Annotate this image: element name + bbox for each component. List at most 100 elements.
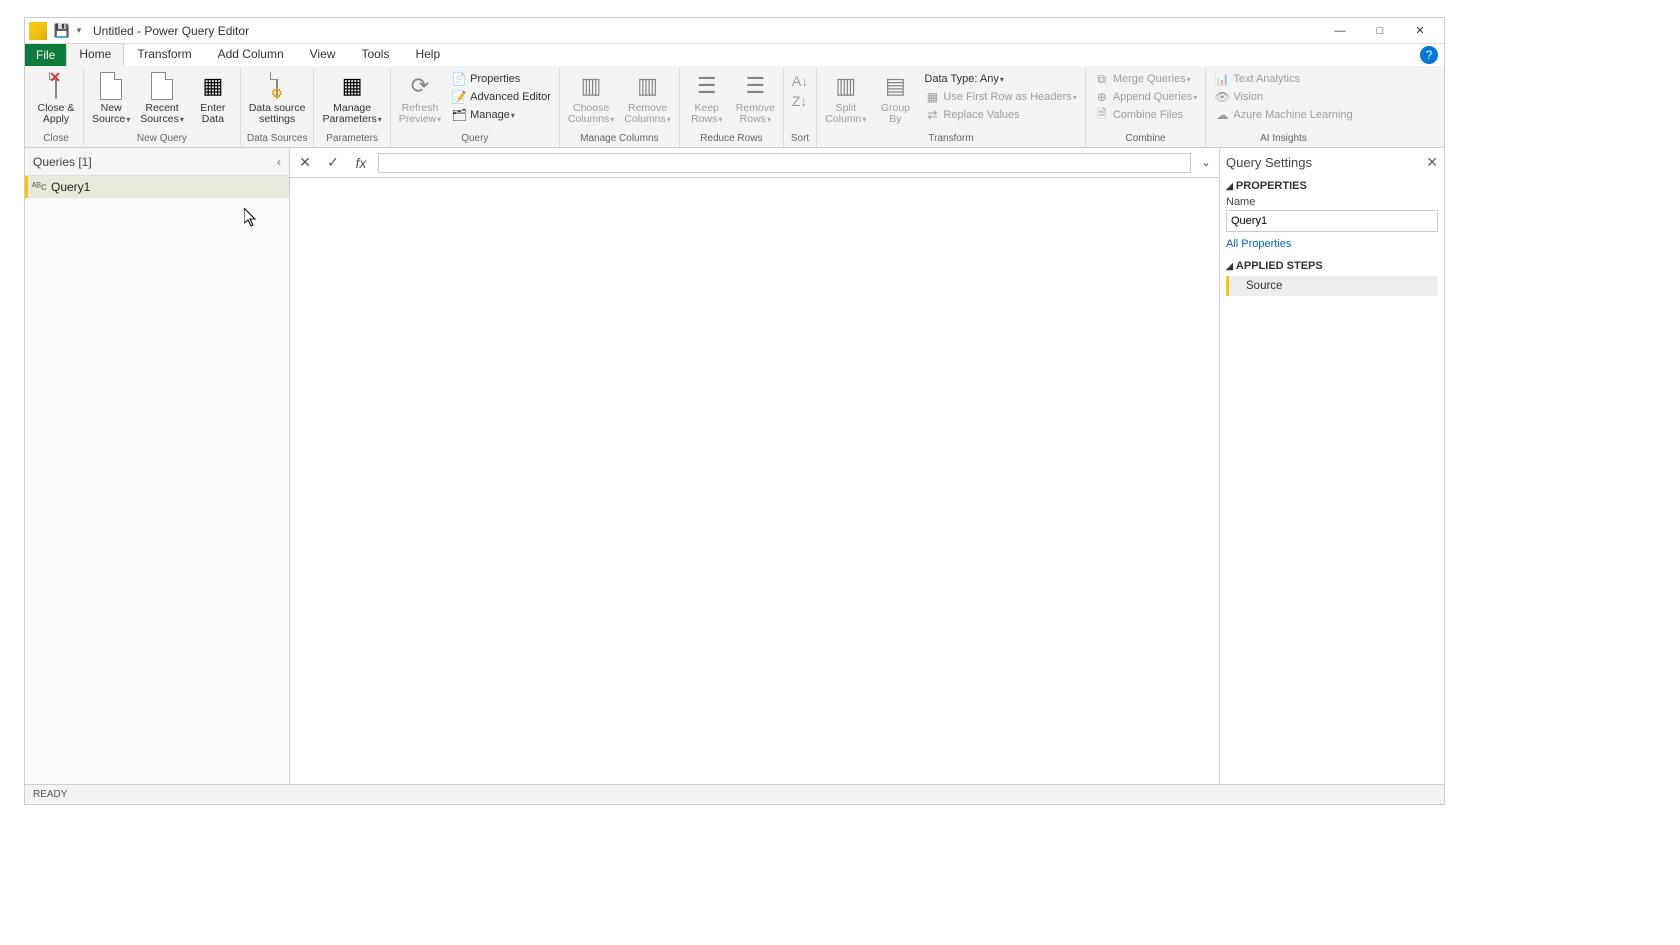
properties-section-header[interactable]: ◢PROPERTIES — [1226, 176, 1438, 194]
applied-steps-header[interactable]: ◢APPLIED STEPS — [1226, 256, 1438, 274]
combine-files-button[interactable]: 🗎Combine Files — [1090, 106, 1202, 124]
vision-button[interactable]: 👁Vision — [1210, 88, 1356, 106]
cancel-formula-button[interactable]: ✕ — [294, 152, 316, 174]
data-source-settings-icon: ⚙ — [261, 70, 293, 102]
tab-transform[interactable]: Transform — [124, 43, 204, 66]
enter-data-button[interactable]: ▦ Enter Data — [190, 68, 236, 127]
merge-queries-button[interactable]: ⧉Merge Queries ▾ — [1090, 70, 1202, 88]
properties-icon: 📄 — [451, 71, 467, 87]
manage-parameters-button[interactable]: ▦ Manage Parameters▾ — [318, 68, 385, 127]
ribbon-group-parameters: ▦ Manage Parameters▾ Parameters — [314, 68, 390, 146]
new-source-icon — [95, 70, 127, 102]
close-apply-icon: ✕ — [40, 70, 72, 102]
center-pane: ✕ ✓ fx ⌄ — [290, 148, 1219, 784]
status-text: READY — [33, 789, 67, 800]
app-icon — [29, 22, 47, 40]
refresh-preview-button[interactable]: ⟳ Refresh Preview▾ — [395, 68, 445, 127]
sort-desc-button[interactable]: Z↓ — [788, 92, 812, 110]
ribbon: ✕ Close & Apply Close New Source▾ Recent… — [25, 66, 1444, 148]
tab-tools[interactable]: Tools — [348, 43, 402, 66]
close-window-button[interactable]: ✕ — [1400, 19, 1440, 43]
remove-columns-button[interactable]: ▥ Remove Columns▾ — [620, 68, 674, 127]
power-query-editor-window: 💾 ▾ Untitled - Power Query Editor — □ ✕ … — [24, 17, 1445, 805]
choose-columns-icon: ▥ — [575, 70, 607, 102]
collapse-icon: ◢ — [1226, 181, 1233, 192]
new-source-button[interactable]: New Source▾ — [88, 68, 134, 127]
formula-input[interactable] — [378, 153, 1191, 173]
all-properties-link[interactable]: All Properties — [1226, 232, 1438, 256]
sort-asc-button[interactable]: A↓ — [788, 72, 812, 90]
formula-bar: ✕ ✓ fx ⌄ — [290, 148, 1219, 178]
manage-query-button[interactable]: 🗂Manage ▾ — [447, 106, 555, 124]
ribbon-group-transform: ▥ Split Column▾ ▤ Group By Data Type: An… — [817, 68, 1086, 146]
query-settings-header: Query Settings ✕ — [1226, 148, 1438, 176]
keep-rows-icon: ☰ — [691, 70, 723, 102]
azure-ml-button[interactable]: ☁Azure Machine Learning — [1210, 106, 1356, 124]
recent-sources-icon — [146, 70, 178, 102]
ribbon-group-combine: ⧉Merge Queries ▾ ⊕Append Queries ▾ 🗎Comb… — [1086, 68, 1207, 146]
maximize-button[interactable]: □ — [1360, 19, 1400, 43]
data-preview-area — [290, 178, 1219, 784]
tab-view[interactable]: View — [297, 43, 349, 66]
qat-dropdown[interactable]: ▾ — [74, 22, 84, 40]
append-queries-button[interactable]: ⊕Append Queries ▾ — [1090, 88, 1202, 106]
manage-icon: 🗂 — [451, 107, 467, 123]
fx-button[interactable]: fx — [350, 152, 372, 174]
group-by-button[interactable]: ▤ Group By — [872, 68, 918, 127]
replace-values-button[interactable]: ⇄Replace Values — [920, 106, 1080, 124]
applied-steps-list: Source — [1226, 276, 1438, 296]
split-column-button[interactable]: ▥ Split Column▾ — [821, 68, 870, 127]
window-title: Untitled - Power Query Editor — [93, 24, 249, 38]
accept-formula-button[interactable]: ✓ — [322, 152, 344, 174]
text-analytics-button[interactable]: 📊Text Analytics — [1210, 70, 1356, 88]
tab-help[interactable]: Help — [402, 43, 453, 66]
formula-expand-button[interactable]: ⌄ — [1197, 156, 1215, 169]
text-analytics-icon: 📊 — [1214, 71, 1230, 87]
append-queries-icon: ⊕ — [1094, 89, 1110, 105]
query-item[interactable]: ᴬᴮc Query1 — [25, 176, 289, 198]
status-bar: READY — [25, 784, 1444, 804]
queries-pane-header: Queries [1] ‹ — [25, 148, 289, 176]
editor-body: Queries [1] ‹ ᴬᴮc Query1 ✕ ✓ fx ⌄ Query … — [25, 148, 1444, 784]
query-name-input[interactable] — [1226, 210, 1438, 232]
data-type-button[interactable]: Data Type: Any ▾ — [920, 70, 1080, 88]
query-settings-pane: Query Settings ✕ ◢PROPERTIES Name All Pr… — [1219, 148, 1444, 784]
replace-values-icon: ⇄ — [924, 107, 940, 123]
recent-sources-button[interactable]: Recent Sources▾ — [136, 68, 188, 127]
combine-files-icon: 🗎 — [1094, 107, 1110, 123]
help-icon[interactable]: ? — [1420, 46, 1438, 64]
ribbon-group-close: ✕ Close & Apply Close — [29, 68, 84, 146]
tab-home[interactable]: Home — [66, 43, 124, 66]
name-label: Name — [1226, 194, 1438, 210]
remove-columns-icon: ▥ — [632, 70, 664, 102]
ribbon-group-query: ⟳ Refresh Preview▾ 📄Properties 📝Advanced… — [391, 68, 560, 146]
ribbon-group-reduce-rows: ☰ Keep Rows▾ ☰ Remove Rows▾ Reduce Rows — [680, 68, 784, 146]
choose-columns-button[interactable]: ▥ Choose Columns▾ — [564, 68, 618, 127]
save-button[interactable]: 💾 — [53, 22, 71, 40]
data-source-settings-button[interactable]: ⚙ Data source settings — [245, 68, 310, 127]
first-row-headers-button[interactable]: ▦Use First Row as Headers ▾ — [920, 88, 1080, 106]
close-apply-button[interactable]: ✕ Close & Apply — [33, 68, 79, 127]
remove-rows-button[interactable]: ☰ Remove Rows▾ — [732, 68, 779, 127]
tab-file[interactable]: File — [25, 44, 66, 66]
ribbon-group-sort: A↓ Z↓ Sort — [784, 68, 817, 146]
vision-icon: 👁 — [1214, 89, 1230, 105]
ribbon-tabs: File Home Transform Add Column View Tool… — [25, 44, 1444, 66]
split-column-icon: ▥ — [830, 70, 862, 102]
keep-rows-button[interactable]: ☰ Keep Rows▾ — [684, 68, 730, 127]
group-by-icon: ▤ — [879, 70, 911, 102]
collapse-queries-icon[interactable]: ‹ — [277, 155, 281, 169]
minimize-button[interactable]: — — [1320, 19, 1360, 43]
query-type-icon: ᴬᴮc — [31, 179, 47, 195]
properties-button[interactable]: 📄Properties — [447, 70, 555, 88]
close-settings-button[interactable]: ✕ — [1426, 154, 1438, 171]
advanced-editor-icon: 📝 — [451, 89, 467, 105]
step-item[interactable]: Source — [1226, 276, 1438, 296]
advanced-editor-button[interactable]: 📝Advanced Editor — [447, 88, 555, 106]
enter-data-icon: ▦ — [197, 70, 229, 102]
manage-parameters-icon: ▦ — [336, 70, 368, 102]
titlebar: 💾 ▾ Untitled - Power Query Editor — □ ✕ — [25, 18, 1444, 44]
ribbon-group-manage-columns: ▥ Choose Columns▾ ▥ Remove Columns▾ Mana… — [560, 68, 680, 146]
tab-add-column[interactable]: Add Column — [205, 43, 297, 66]
ribbon-group-data-sources: ⚙ Data source settings Data Sources — [241, 68, 315, 146]
